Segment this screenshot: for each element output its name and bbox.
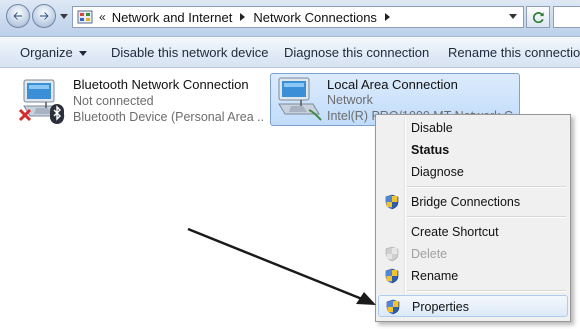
search-input[interactable]: [553, 6, 580, 28]
menu-item-bridge-connections[interactable]: Bridge Connections: [378, 191, 568, 213]
menu-item-status[interactable]: Status: [378, 139, 568, 161]
context-menu: Disable Status Diagnose Bridge Connectio…: [375, 114, 571, 322]
item-name: Local Area Connection: [327, 77, 458, 92]
uac-shield-icon: [385, 246, 399, 262]
breadcrumb-network-connections[interactable]: Network Connections: [253, 10, 377, 25]
item-name: Bluetooth Network Connection: [73, 77, 249, 92]
menu-separator: [407, 186, 566, 188]
menu-item-label: Delete: [411, 247, 448, 261]
item-status: Network: [327, 93, 373, 107]
bluetooth-connection-item[interactable]: Bluetooth Network Connection Not connect…: [18, 76, 263, 128]
back-arrow-icon: [12, 11, 22, 21]
command-bar: Organize Disable this network device Dia…: [0, 37, 580, 68]
address-bar: « Network and Internet Network Connectio…: [0, 0, 580, 37]
menu-item-label: Create Shortcut: [411, 225, 499, 239]
menu-separator: [407, 290, 566, 292]
menu-item-create-shortcut[interactable]: Create Shortcut: [378, 221, 568, 243]
disconnected-x-icon: [18, 108, 32, 122]
disable-device-button[interactable]: Disable this network device: [111, 45, 269, 60]
breadcrumb[interactable]: « Network and Internet Network Connectio…: [72, 6, 524, 28]
control-panel-icon: [77, 10, 93, 24]
bluetooth-icon: [50, 104, 64, 124]
recent-pages-dropdown[interactable]: [60, 14, 68, 19]
menu-item-label: Bridge Connections: [411, 195, 521, 209]
menu-item-label: Rename: [411, 269, 459, 283]
menu-item-rename[interactable]: Rename: [378, 265, 568, 287]
organize-label: Organize: [20, 45, 73, 60]
item-status: Not connected: [73, 94, 154, 108]
menu-item-label: Diagnose: [411, 165, 464, 179]
refresh-icon: [532, 11, 544, 23]
chevron-right-icon[interactable]: [384, 13, 390, 21]
menu-item-label: Status: [411, 143, 450, 157]
refresh-button[interactable]: [526, 6, 550, 28]
menu-item-label: Disable: [411, 121, 453, 135]
breadcrumb-network-and-internet[interactable]: Network and Internet: [112, 10, 233, 25]
chevron-down-icon: [78, 51, 87, 57]
forward-arrow-icon: [40, 11, 50, 21]
uac-shield-icon: [386, 299, 400, 315]
rename-connection-button[interactable]: Rename this connection: [448, 45, 580, 60]
network-adapter-icon: [278, 77, 322, 121]
menu-item-properties[interactable]: Properties: [378, 295, 568, 317]
menu-item-delete: Delete: [378, 243, 568, 265]
chevron-right-icon[interactable]: [240, 13, 246, 21]
diagnose-button[interactable]: Diagnose this connection: [284, 45, 429, 60]
organize-button[interactable]: Organize: [20, 45, 87, 60]
menu-item-diagnose[interactable]: Diagnose: [378, 161, 568, 183]
uac-shield-icon: [385, 194, 399, 210]
menu-separator: [407, 216, 566, 218]
item-device: Bluetooth Device (Personal Area ...: [73, 110, 263, 124]
uac-shield-icon: [385, 268, 399, 284]
breadcrumb-overflow[interactable]: «: [99, 10, 106, 24]
back-button[interactable]: [6, 4, 30, 28]
chevron-down-icon[interactable]: [509, 14, 517, 19]
forward-button[interactable]: [32, 4, 56, 28]
menu-item-disable[interactable]: Disable: [378, 117, 568, 139]
menu-item-label: Properties: [412, 300, 469, 314]
